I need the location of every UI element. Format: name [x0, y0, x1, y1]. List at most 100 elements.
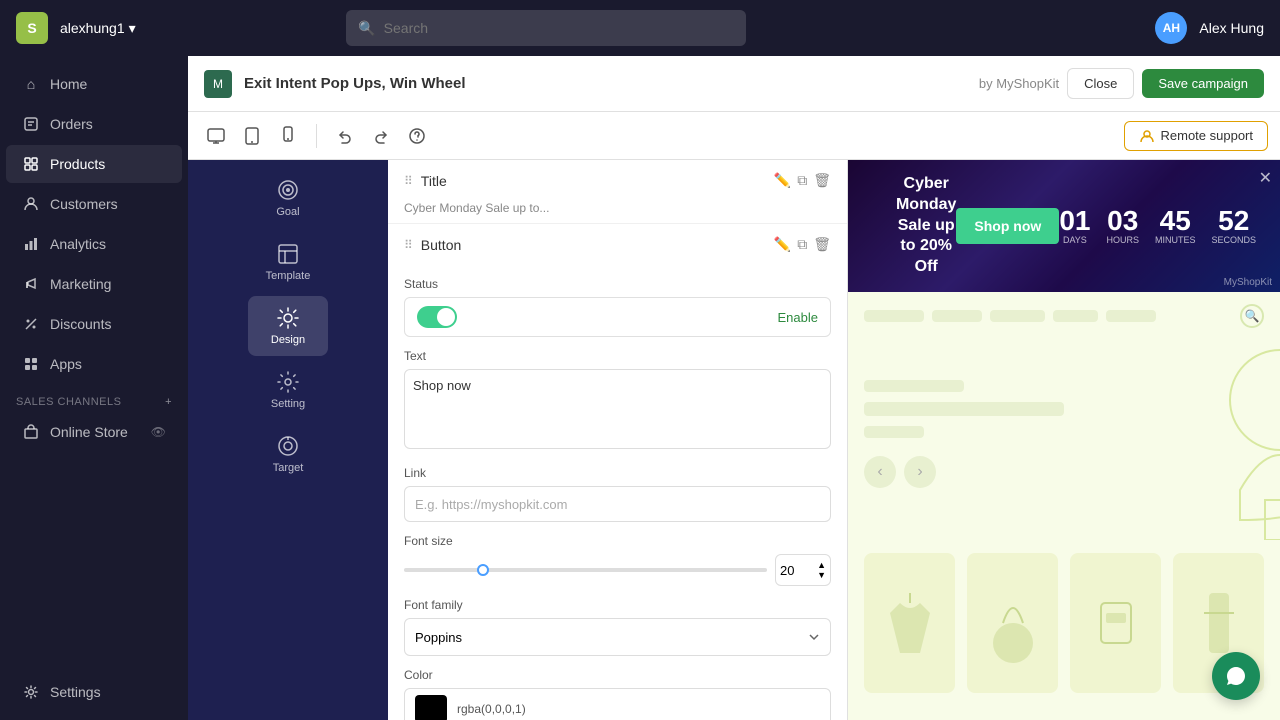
panel-item-design[interactable]: Design	[248, 296, 328, 356]
copy-title-icon[interactable]: ⧉	[797, 172, 807, 189]
chat-button[interactable]	[1212, 652, 1260, 700]
search-input[interactable]	[384, 20, 735, 36]
remote-support-button[interactable]: Remote support	[1124, 121, 1269, 151]
gear-icon	[22, 683, 40, 701]
hero-line-3	[864, 426, 924, 438]
nav-skeleton-5	[1106, 310, 1156, 322]
link-input[interactable]	[404, 486, 831, 522]
home-icon: ⌂	[22, 75, 40, 93]
sidebar-item-home[interactable]: ⌂ Home	[6, 65, 182, 103]
font-size-row: 20 ▲ ▼	[404, 554, 831, 586]
store-name: alexhung1	[60, 20, 125, 36]
hero-image	[1080, 340, 1280, 545]
drag-handle[interactable]: ⠿	[404, 238, 413, 252]
font-size-slider[interactable]	[404, 568, 767, 572]
marketing-icon	[22, 275, 40, 293]
prev-arrow[interactable]: ‹	[864, 456, 896, 488]
status-label: Status	[404, 277, 831, 291]
search-skeleton: 🔍	[1240, 304, 1264, 328]
avatar[interactable]: AH	[1155, 12, 1187, 44]
search-bar[interactable]: 🔍	[346, 10, 746, 46]
history-controls	[329, 120, 433, 152]
next-arrow[interactable]: ›	[904, 456, 936, 488]
save-campaign-button[interactable]: Save campaign	[1142, 69, 1264, 98]
panel-item-label: Design	[271, 334, 305, 346]
font-size-input[interactable]: 20 ▲ ▼	[775, 554, 831, 586]
sidebar-item-label: Analytics	[50, 236, 106, 252]
font-size-down[interactable]: ▼	[817, 571, 826, 580]
status-toggle[interactable]	[417, 306, 457, 328]
topbar-right: AH Alex Hung	[1155, 12, 1264, 44]
sidebar-item-settings[interactable]: Settings	[6, 673, 182, 711]
product-card-2	[967, 553, 1058, 693]
button-text-input[interactable]: Shop now	[404, 369, 831, 449]
delete-button-icon[interactable]: 🗑	[813, 236, 831, 253]
desktop-view-button[interactable]	[200, 120, 232, 152]
title-section-label: Title	[421, 173, 447, 189]
sidebar-item-marketing[interactable]: Marketing	[6, 265, 182, 303]
sidebar-item-apps[interactable]: Apps	[6, 345, 182, 383]
font-family-select[interactable]: Poppins Roboto Open Sans Lato Montserrat	[404, 618, 831, 656]
font-size-up[interactable]: ▲	[817, 561, 826, 570]
delete-title-icon[interactable]: 🗑	[813, 172, 831, 189]
sidebar: ⌂ Home Orders Products Customers Analy	[0, 56, 188, 720]
topbar: S alexhung1 ▾ 🔍 AH Alex Hung	[0, 0, 1280, 56]
panel-item-setting[interactable]: Setting	[248, 360, 328, 420]
edit-button-icon[interactable]: ✏️	[774, 236, 791, 253]
campaign-topbar-right: by MyShopKit Close Save campaign	[979, 68, 1264, 99]
online-store-icon	[22, 423, 40, 441]
redo-button[interactable]	[365, 120, 397, 152]
design-icon	[276, 306, 300, 330]
title-section-actions: ✏️ ⧉ 🗑	[774, 172, 831, 189]
sidebar-item-online-store[interactable]: Online Store 👁	[6, 413, 182, 451]
help-button[interactable]	[401, 120, 433, 152]
panel-item-target[interactable]: Target	[248, 424, 328, 484]
goal-icon	[276, 178, 300, 202]
panel-item-label: Target	[273, 462, 304, 474]
color-row[interactable]: rgba(0,0,0,1)	[404, 688, 831, 720]
drag-handle[interactable]: ⠿	[404, 174, 413, 188]
add-channel-icon[interactable]: +	[165, 396, 172, 408]
panel-item-goal[interactable]: Goal	[248, 168, 328, 228]
countdown-hours: 03 HOURS	[1106, 207, 1139, 245]
sidebar-item-analytics[interactable]: Analytics	[6, 225, 182, 263]
edit-title-icon[interactable]: ✏️	[774, 172, 791, 189]
hero-line-2	[864, 402, 1064, 416]
store-selector[interactable]: alexhung1 ▾	[60, 20, 136, 37]
close-button[interactable]: Close	[1067, 68, 1134, 99]
font-size-label: Font size	[404, 534, 831, 548]
sidebar-item-customers[interactable]: Customers	[6, 185, 182, 223]
preview-area: Cyber Monday Sale up to 20% Off Shop now…	[848, 160, 1280, 720]
sidebar-item-label: Online Store	[50, 424, 128, 440]
countdown: 01 DAYS 03 HOURS 45 MINUTES 52	[1059, 207, 1256, 245]
campaign-icon: M	[204, 70, 232, 98]
sidebar-item-discounts[interactable]: Discounts	[6, 305, 182, 343]
countdown-seconds: 52 SECONDS	[1211, 207, 1256, 245]
countdown-days: 01 DAYS	[1059, 207, 1090, 245]
sidebar-item-orders[interactable]: Orders	[6, 105, 182, 143]
cyber-text: Cyber Monday Sale up to 20% Off	[896, 174, 956, 278]
sidebar-bottom: Settings	[0, 672, 188, 712]
banner-title: Cyber Monday	[896, 174, 956, 216]
button-section-actions: ✏️ ⧉ 🗑	[774, 236, 831, 253]
sidebar-item-products[interactable]: Products	[6, 145, 182, 183]
color-label: Color	[404, 668, 831, 682]
sidebar-item-label: Products	[50, 156, 105, 172]
copy-button-icon[interactable]: ⧉	[797, 236, 807, 253]
undo-button[interactable]	[329, 120, 361, 152]
shop-now-button[interactable]: Shop now	[956, 208, 1059, 244]
mobile-view-button[interactable]	[272, 120, 304, 152]
sidebar-item-label: Discounts	[50, 316, 111, 332]
title-section-header: ⠿ Title ✏️ ⧉ 🗑	[388, 160, 847, 201]
banner-close-button[interactable]: ✕	[1259, 168, 1272, 188]
font-size-stepper[interactable]: ▲ ▼	[817, 561, 826, 580]
sidebar-item-label: Customers	[50, 196, 118, 212]
chevron-down-icon: ▾	[129, 20, 136, 37]
product-card-1	[864, 553, 955, 693]
panel-item-template[interactable]: Template	[248, 232, 328, 292]
nav-skeleton-3	[990, 310, 1045, 322]
eye-icon[interactable]: 👁	[151, 425, 166, 439]
tablet-view-button[interactable]	[236, 120, 268, 152]
nav-skeleton-row: 🔍	[864, 292, 1264, 340]
editor-main: Goal Template Design	[188, 160, 1280, 720]
